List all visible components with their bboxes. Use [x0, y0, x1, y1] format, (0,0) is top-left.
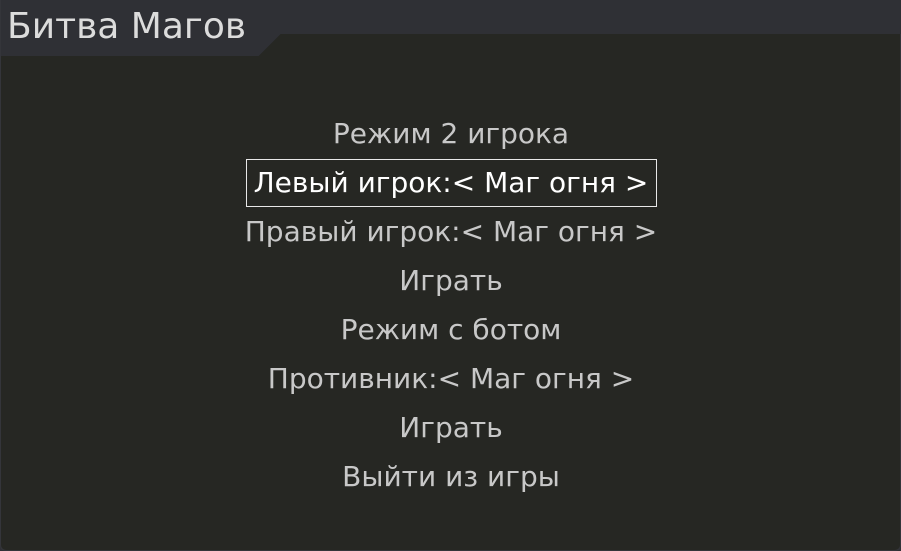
menu-item-label: Играть	[399, 263, 503, 297]
menu-item-exit-game[interactable]: Выйти из игры	[1, 452, 901, 501]
menu-item-label: Играть	[399, 410, 503, 444]
menu-item-label: Режим с ботом	[340, 312, 562, 346]
menu-item-play-two-player[interactable]: Играть	[1, 256, 901, 305]
menu-item-label: Противник:< Маг огня >	[267, 361, 635, 395]
menu-item-play-bot[interactable]: Играть	[1, 403, 901, 452]
menu-item-opponent-select[interactable]: Противник:< Маг огня >	[1, 354, 901, 403]
game-window: Битва Магов Режим 2 игрока Левый игрок:<…	[0, 0, 901, 551]
menu-item-left-player-select[interactable]: Левый игрок:< Маг огня >	[1, 158, 901, 207]
menu-item-label: Левый игрок:< Маг огня >	[245, 158, 658, 207]
menu-item-bot-mode[interactable]: Режим с ботом	[1, 305, 901, 354]
menu-item-right-player-select[interactable]: Правый игрок:< Маг огня >	[1, 207, 901, 256]
menu-item-label: Выйти из игры	[342, 459, 560, 493]
menu-item-two-player-mode[interactable]: Режим 2 игрока	[1, 109, 901, 158]
game-title: Битва Магов	[7, 6, 247, 47]
menu-item-label: Режим 2 игрока	[332, 116, 570, 150]
menu-item-label: Правый игрок:< Маг огня >	[244, 214, 658, 248]
